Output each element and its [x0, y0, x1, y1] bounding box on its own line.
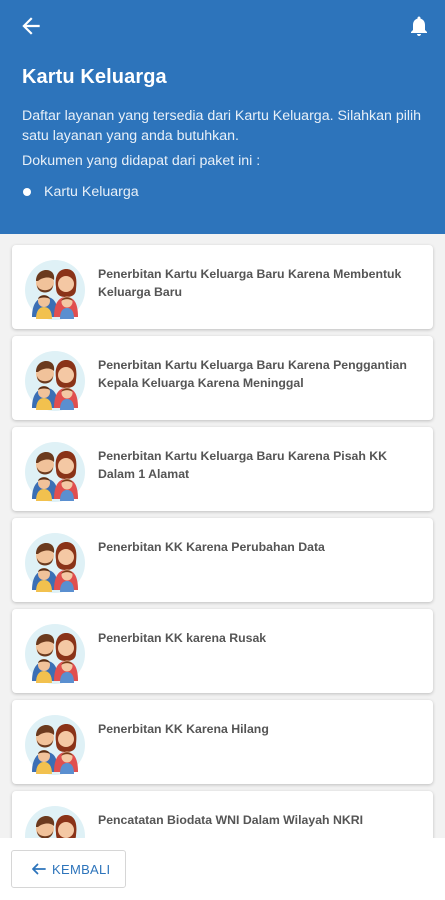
service-label: Penerbitan KK karena Rusak [98, 631, 267, 645]
family-icon [24, 714, 86, 776]
bell-icon [411, 16, 427, 36]
page-header: Kartu Keluarga Daftar layanan yang terse… [0, 0, 445, 234]
documents-label: Dokumen yang didapat dari paket ini : [22, 153, 261, 169]
family-icon [24, 259, 86, 321]
service-list[interactable]: Penerbitan Kartu Keluarga Baru Karena Me… [0, 234, 445, 838]
service-label: Penerbitan Kartu Keluarga Baru Karena Pi… [98, 449, 388, 481]
top-bar [0, 0, 445, 50]
page-title: Kartu Keluarga [22, 66, 167, 88]
kembali-button[interactable]: KEMBALI [11, 850, 126, 888]
page-description: Daftar layanan yang tersedia dari Kartu … [22, 108, 422, 144]
document-name: Kartu Keluarga [44, 184, 139, 200]
service-card[interactable]: Pencatatan Biodata WNI Dalam Wilayah NKR… [12, 791, 433, 838]
service-label: Pencatatan Biodata WNI Dalam Wilayah NKR… [98, 813, 364, 827]
arrow-left-icon [22, 17, 40, 35]
service-card[interactable]: Penerbitan Kartu Keluarga Baru Karena Pe… [12, 336, 433, 420]
arrow-left-icon [32, 863, 46, 875]
service-label: Penerbitan KK Karena Perubahan Data [98, 540, 325, 554]
kembali-label: KEMBALI [52, 862, 111, 877]
service-card[interactable]: Penerbitan Kartu Keluarga Baru Karena Me… [12, 245, 433, 329]
service-card[interactable]: Penerbitan KK Karena Hilang [12, 700, 433, 784]
service-card[interactable]: Penerbitan KK Karena Perubahan Data [12, 518, 433, 602]
bullet-icon [23, 188, 31, 196]
family-icon [24, 805, 86, 838]
family-icon [24, 350, 86, 412]
family-icon [24, 532, 86, 594]
back-button[interactable] [18, 13, 44, 39]
family-icon [24, 441, 86, 503]
service-card[interactable]: Penerbitan KK karena Rusak [12, 609, 433, 693]
service-card[interactable]: Penerbitan Kartu Keluarga Baru Karena Pi… [12, 427, 433, 511]
service-label: Penerbitan KK Karena Hilang [98, 722, 269, 736]
footer-bar: KEMBALI [0, 838, 445, 900]
service-label: Penerbitan Kartu Keluarga Baru Karena Pe… [98, 358, 407, 390]
notification-button[interactable] [407, 13, 431, 39]
service-label: Penerbitan Kartu Keluarga Baru Karena Me… [98, 267, 402, 299]
family-icon [24, 623, 86, 685]
